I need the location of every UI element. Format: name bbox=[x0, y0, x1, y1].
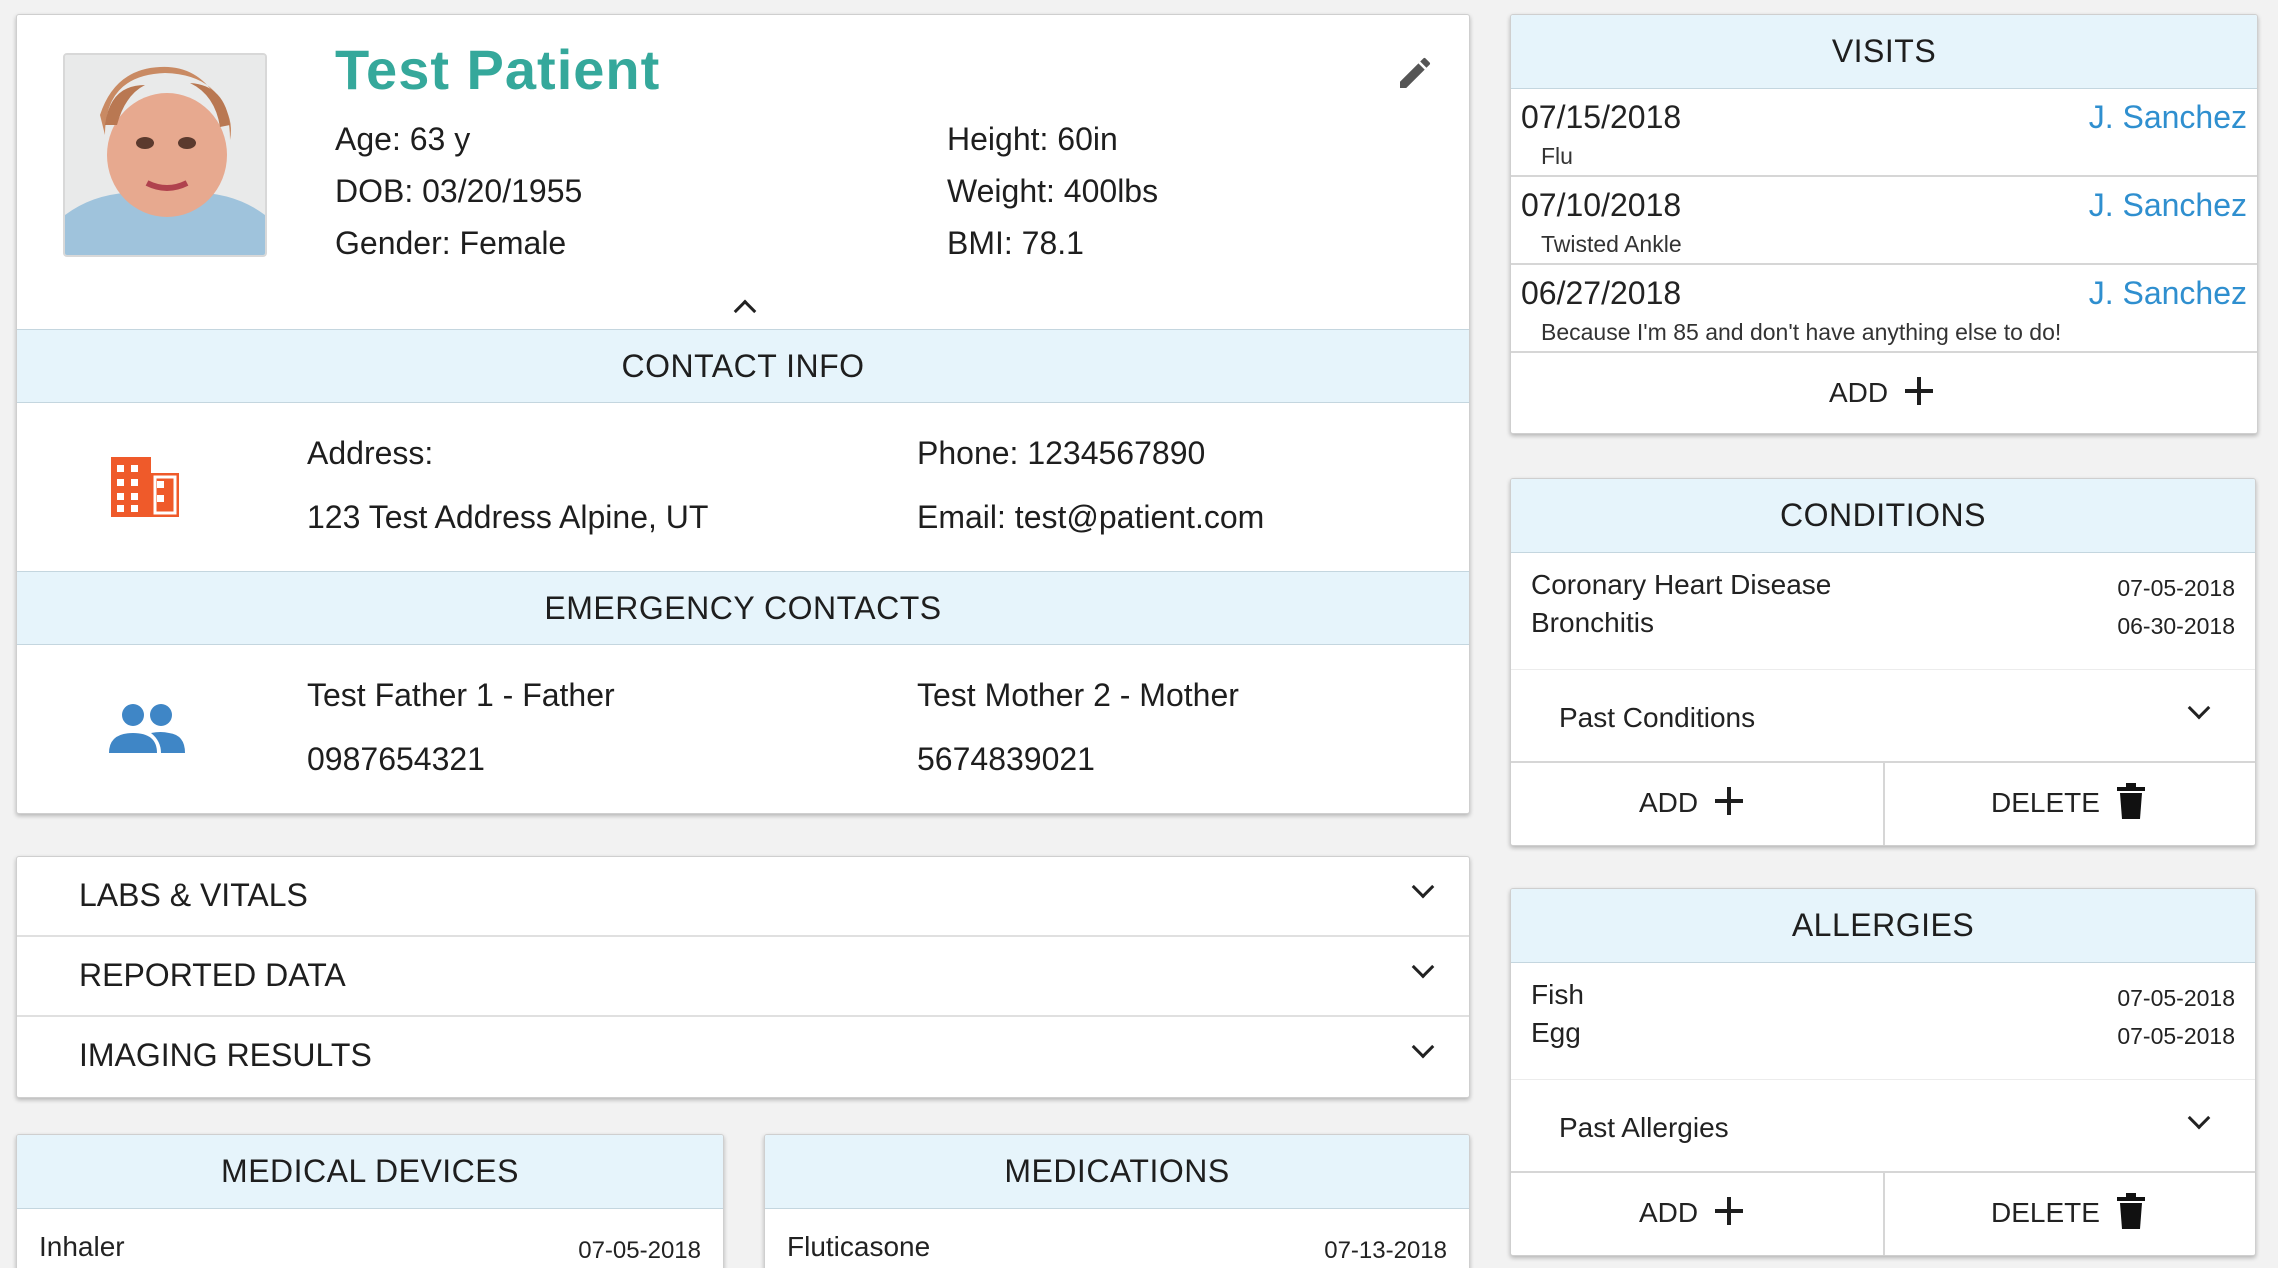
visit-provider-link[interactable]: J. Sanchez bbox=[2089, 275, 2247, 312]
past-conditions-label: Past Conditions bbox=[1559, 702, 1756, 733]
delete-label: DELETE bbox=[1991, 787, 2100, 818]
emergency-contact-phone: 0987654321 bbox=[307, 741, 485, 777]
collapse-chevron-up-icon[interactable] bbox=[733, 299, 757, 323]
patient-dob: DOB: 03/20/1955 bbox=[335, 173, 583, 209]
allergies-header: ALLERGIES bbox=[1511, 889, 2255, 963]
visit-provider-link[interactable]: J. Sanchez bbox=[2089, 187, 2247, 224]
visit-date: 07/15/2018 bbox=[1521, 99, 1682, 135]
section-label: LABS & VITALS bbox=[79, 877, 308, 913]
visits-card: VISITS 07/15/2018 J. Sanchez Flu 07/10/2… bbox=[1510, 14, 2258, 434]
add-label: ADD bbox=[1639, 1197, 1699, 1228]
section-reported-data[interactable]: REPORTED DATA bbox=[17, 937, 1469, 1017]
add-condition-button[interactable]: ADD bbox=[1511, 763, 1883, 845]
delete-label: DELETE bbox=[1991, 1197, 2100, 1228]
patient-card: Test Patient Age: 63 y DOB: 03/20/1955 G… bbox=[16, 14, 1470, 814]
visit-reason: Flu bbox=[1541, 143, 1573, 169]
address-label: Address: bbox=[307, 435, 434, 471]
chevron-down-icon bbox=[2187, 1106, 2211, 1130]
allergy-name: Fish bbox=[1531, 979, 1584, 1010]
delete-condition-button[interactable]: DELETE bbox=[1885, 763, 2255, 845]
past-allergies-toggle[interactable]: Past Allergies bbox=[1511, 1079, 2255, 1173]
address-value: 123 Test Address Alpine, UT bbox=[307, 499, 709, 535]
past-allergies-label: Past Allergies bbox=[1559, 1112, 1729, 1143]
patient-name: Test Patient bbox=[335, 38, 661, 101]
contact-info-header: CONTACT INFO bbox=[17, 329, 1469, 403]
section-label: REPORTED DATA bbox=[79, 957, 346, 993]
medical-devices-header: MEDICAL DEVICES bbox=[17, 1135, 723, 1209]
section-imaging-results[interactable]: IMAGING RESULTS bbox=[17, 1017, 1469, 1097]
medication-name: Fluticasone bbox=[787, 1231, 931, 1262]
chevron-down-icon bbox=[2187, 696, 2211, 720]
people-icon bbox=[107, 701, 187, 757]
conditions-header: CONDITIONS bbox=[1511, 479, 2255, 553]
medication-date: 07-13-2018 bbox=[1324, 1237, 1447, 1264]
section-labs-vitals[interactable]: LABS & VITALS bbox=[17, 857, 1469, 937]
device-date: 07-05-2018 bbox=[578, 1237, 701, 1264]
expansion-panels: LABS & VITALS REPORTED DATA IMAGING RESU… bbox=[16, 856, 1470, 1098]
plus-icon bbox=[1715, 787, 1743, 815]
section-label: IMAGING RESULTS bbox=[79, 1037, 372, 1073]
chevron-down-icon bbox=[1411, 955, 1435, 979]
emergency-contacts-header: EMERGENCY CONTACTS bbox=[17, 571, 1469, 645]
visit-row[interactable]: 07/15/2018 J. Sanchez Flu bbox=[1511, 89, 2257, 177]
emergency-contact-phone: 5674839021 bbox=[917, 741, 1095, 777]
add-label: ADD bbox=[1829, 377, 1889, 408]
visit-row[interactable]: 07/10/2018 J. Sanchez Twisted Ankle bbox=[1511, 177, 2257, 265]
chevron-down-icon bbox=[1411, 1035, 1435, 1059]
visits-header: VISITS bbox=[1511, 15, 2257, 89]
delete-allergy-button[interactable]: DELETE bbox=[1885, 1173, 2255, 1255]
emergency-contact-name: Test Father 1 - Father bbox=[307, 677, 615, 713]
visit-reason: Because I'm 85 and don't have anything e… bbox=[1541, 319, 2062, 345]
condition-name: Bronchitis bbox=[1531, 607, 1654, 638]
allergies-card: ALLERGIES Fish 07-05-2018 Egg 07-05-2018… bbox=[1510, 888, 2256, 1256]
trash-icon bbox=[2117, 1193, 2145, 1229]
allergy-date: 07-05-2018 bbox=[2117, 985, 2235, 1011]
add-allergy-button[interactable]: ADD bbox=[1511, 1173, 1883, 1255]
patient-height: Height: 60in bbox=[947, 121, 1118, 157]
condition-name: Coronary Heart Disease bbox=[1531, 569, 1832, 600]
patient-age: Age: 63 y bbox=[335, 121, 471, 157]
allergy-date: 07-05-2018 bbox=[2117, 1023, 2235, 1049]
device-name: Inhaler bbox=[39, 1231, 125, 1262]
building-icon bbox=[111, 455, 179, 519]
patient-weight: Weight: 400lbs bbox=[947, 173, 1159, 209]
condition-date: 06-30-2018 bbox=[2117, 613, 2235, 639]
condition-date: 07-05-2018 bbox=[2117, 575, 2235, 601]
allergy-name: Egg bbox=[1531, 1017, 1581, 1048]
chevron-down-icon bbox=[1411, 875, 1435, 899]
visit-provider-link[interactable]: J. Sanchez bbox=[2089, 99, 2247, 136]
visit-date: 06/27/2018 bbox=[1521, 275, 1682, 311]
patient-gender: Gender: Female bbox=[335, 225, 567, 261]
medications-card: MEDICATIONS Fluticasone 07-13-2018 bbox=[764, 1134, 1470, 1268]
patient-photo bbox=[63, 53, 267, 257]
visit-date: 07/10/2018 bbox=[1521, 187, 1682, 223]
medications-header: MEDICATIONS bbox=[765, 1135, 1469, 1209]
pencil-icon[interactable] bbox=[1395, 53, 1435, 93]
medical-devices-card: MEDICAL DEVICES Inhaler 07-05-2018 bbox=[16, 1134, 724, 1268]
plus-icon bbox=[1905, 377, 1933, 405]
plus-icon bbox=[1715, 1197, 1743, 1225]
visit-row[interactable]: 06/27/2018 J. Sanchez Because I'm 85 and… bbox=[1511, 265, 2257, 353]
conditions-card: CONDITIONS Coronary Heart Disease 07-05-… bbox=[1510, 478, 2256, 846]
past-conditions-toggle[interactable]: Past Conditions bbox=[1511, 669, 2255, 763]
add-visit-button[interactable]: ADD bbox=[1511, 353, 2257, 433]
patient-bmi: BMI: 78.1 bbox=[947, 225, 1084, 261]
email-value: Email: test@patient.com bbox=[917, 499, 1265, 535]
phone-value: Phone: 1234567890 bbox=[917, 435, 1206, 471]
visit-reason: Twisted Ankle bbox=[1541, 231, 1682, 257]
add-label: ADD bbox=[1639, 787, 1699, 818]
trash-icon bbox=[2117, 783, 2145, 819]
emergency-contact-name: Test Mother 2 - Mother bbox=[917, 677, 1239, 713]
